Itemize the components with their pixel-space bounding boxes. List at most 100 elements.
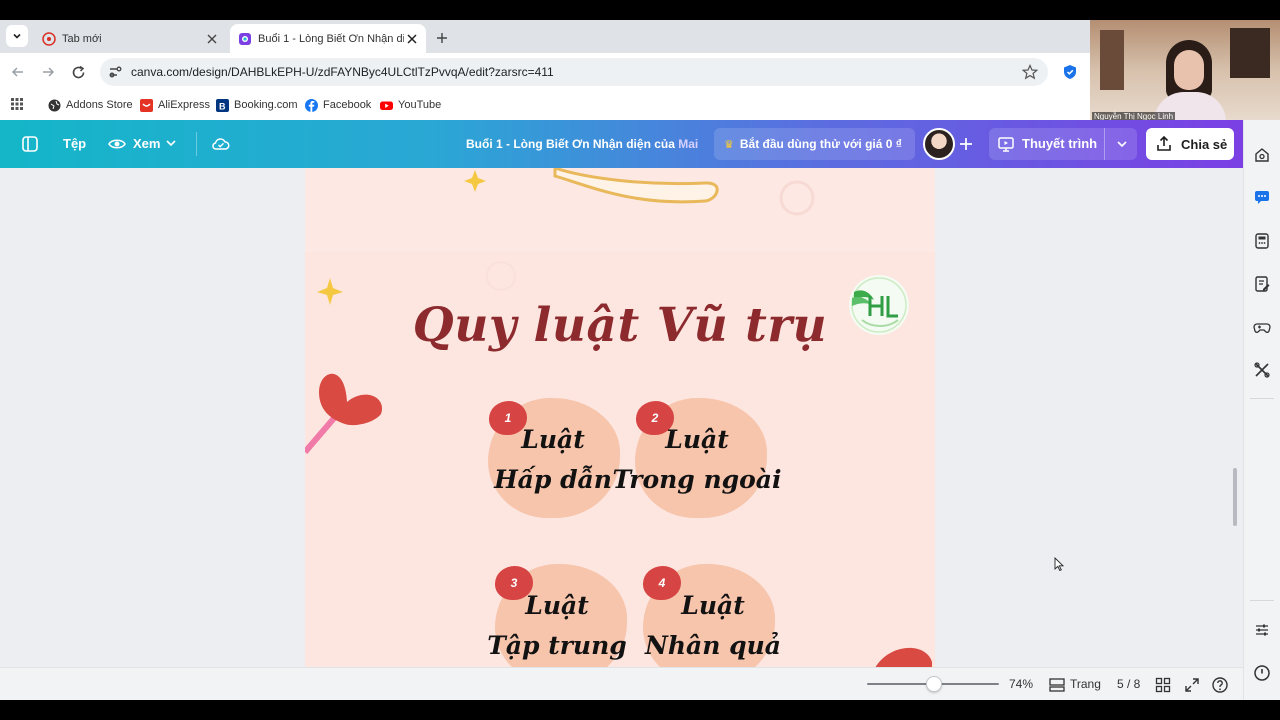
reload-button[interactable]: [68, 62, 88, 82]
booking-icon: B: [216, 98, 229, 112]
new-tab-button[interactable]: [432, 28, 452, 48]
close-tab-button[interactable]: [404, 31, 420, 47]
tab-title: Buổi 1 - Lòng Biết Ơn Nhận diệ: [258, 32, 404, 45]
back-button[interactable]: [8, 62, 28, 82]
apps-grid-icon[interactable]: [10, 97, 24, 111]
bookmark-label: AliExpress: [158, 99, 210, 111]
fullscreen-icon[interactable]: [1183, 676, 1201, 694]
site-settings-icon: [109, 66, 122, 78]
avatar[interactable]: [923, 128, 955, 160]
crown-icon: ♛: [724, 138, 734, 151]
share-button[interactable]: Chia sẻ: [1146, 128, 1234, 160]
pages-button[interactable]: Trang: [1070, 677, 1101, 691]
zoom-slider-handle[interactable]: [926, 676, 942, 692]
presentation-icon: [998, 137, 1014, 152]
webcam-background-frame: [1230, 28, 1270, 78]
gamepad-icon[interactable]: [1253, 318, 1271, 336]
zoom-percentage[interactable]: 74%: [1009, 677, 1033, 691]
chevron-down-icon[interactable]: [1115, 137, 1129, 151]
letterbox-bottom: [0, 700, 1280, 720]
tab-search-button[interactable]: [6, 25, 28, 47]
chat-icon[interactable]: [1253, 188, 1271, 206]
arrow-right-icon: [43, 67, 55, 77]
present-label: Thuyết trình: [1022, 136, 1098, 151]
slide-title[interactable]: Quy luật Vũ trụ: [305, 298, 935, 353]
law-label: Luật: [665, 425, 729, 454]
chevron-down-icon: [13, 33, 21, 39]
rail-divider: [1250, 398, 1274, 399]
law-card-3[interactable]: Luật Tập trung: [467, 586, 647, 666]
pages-icon[interactable]: [1048, 676, 1066, 694]
facebook-icon: [305, 98, 318, 112]
present-button[interactable]: Thuyết trình: [989, 128, 1137, 160]
search-home-icon[interactable]: [1253, 146, 1271, 164]
slide-page-current[interactable]: Quy luật Vũ trụ 1 Luật Hấp dẫn 2 Luật Tr…: [305, 252, 935, 667]
webcam-person-face: [1174, 50, 1204, 90]
canva-icon: [239, 32, 251, 45]
bookmark-star-icon[interactable]: [1022, 64, 1038, 80]
add-collaborator-icon[interactable]: [957, 135, 975, 153]
bookmark-addons-store[interactable]: Addons Store: [48, 97, 133, 113]
design-title[interactable]: Buổi 1 - Lòng Biết Ơn Nhận diện của Mai: [466, 137, 698, 151]
calculator-icon[interactable]: [1253, 232, 1271, 250]
grid-view-icon[interactable]: [1154, 676, 1172, 694]
tools-icon[interactable]: [1253, 361, 1271, 379]
header-divider: [196, 132, 197, 156]
trial-label: Bắt đầu dùng thử với giá 0 ₫: [739, 137, 902, 151]
share-label: Chia sẻ: [1181, 136, 1228, 152]
mouse-cursor-icon: [1054, 557, 1064, 571]
eye-icon[interactable]: [107, 134, 127, 154]
reload-icon: [72, 65, 84, 78]
sliders-icon[interactable]: [1253, 621, 1271, 639]
menu-view[interactable]: Xem: [133, 136, 160, 151]
law-name: Tập trung: [487, 631, 627, 660]
new-tab-icon: [42, 31, 56, 46]
bookmark-youtube[interactable]: YouTube: [380, 97, 441, 113]
notes-edit-icon[interactable]: [1253, 275, 1271, 293]
forward-button[interactable]: [38, 62, 58, 82]
aliexpress-icon: [140, 98, 153, 112]
bookmark-label: Facebook: [323, 99, 372, 111]
close-icon: [207, 34, 217, 43]
webcam-background-shelf: [1100, 30, 1124, 90]
vertical-scrollbar[interactable]: [1233, 468, 1237, 526]
url-text: canva.com/design/DAHBLkEPH-U/zdFAYNByc4U…: [131, 65, 554, 79]
bookmark-aliexpress[interactable]: AliExpress: [140, 97, 210, 113]
arrow-left-icon: [11, 67, 23, 77]
address-bar[interactable]: canva.com/design/DAHBLkEPH-U/zdFAYNByc4U…: [100, 58, 1048, 86]
upload-share-icon: [1157, 135, 1171, 151]
chevron-down-icon[interactable]: [164, 136, 178, 150]
shield-extension-icon[interactable]: [1062, 64, 1078, 80]
bookmark-label: Booking.com: [234, 99, 298, 111]
bookmark-booking[interactable]: B Booking.com: [216, 97, 298, 113]
law-label: Luật: [525, 591, 589, 620]
help-icon[interactable]: [1211, 676, 1229, 694]
present-divider: [1104, 128, 1105, 160]
bookmark-label: Addons Store: [66, 99, 133, 111]
webcam-overlay: Nguyễn Thị Ngọc Linh: [1090, 20, 1280, 124]
browser-tab-strip: Tab mới Buổi 1 - Lòng Biết Ơn Nhận diệ: [0, 20, 1280, 53]
tab-title: Tab mới: [62, 32, 102, 45]
law-label: Luật: [681, 591, 745, 620]
editor-status-bar: 74% Trang 5 / 8: [0, 667, 1243, 700]
sidebar-toggle-icon[interactable]: [20, 134, 40, 154]
law-card-4[interactable]: Luật Nhân quả: [623, 586, 803, 666]
close-icon: [407, 33, 417, 44]
youtube-icon: [380, 101, 393, 110]
svg-text:B: B: [219, 101, 226, 111]
tab-canva-design[interactable]: Buổi 1 - Lòng Biết Ơn Nhận diệ: [230, 24, 426, 53]
bookmark-label: YouTube: [398, 99, 442, 111]
tab-new-tab[interactable]: Tab mới: [34, 24, 226, 53]
start-trial-button[interactable]: ♛ Bắt đầu dùng thử với giá 0 ₫: [714, 128, 915, 160]
menu-file[interactable]: Tệp: [63, 136, 86, 151]
law-card-2[interactable]: Luật Trong ngoài: [607, 420, 787, 500]
canvas-workspace[interactable]: Quy luật Vũ trụ 1 Luật Hấp dẫn 2 Luật Tr…: [0, 168, 1243, 667]
right-tool-rail: [1243, 120, 1280, 700]
plus-icon: [437, 33, 447, 43]
cloud-saved-icon[interactable]: [211, 134, 231, 154]
bookmark-facebook[interactable]: Facebook: [305, 97, 371, 113]
globe-icon: [48, 99, 61, 111]
power-icon[interactable]: [1253, 664, 1271, 682]
close-tab-button[interactable]: [204, 31, 220, 47]
canva-editor-header: Tệp Xem Buổi 1 - Lòng Biết Ơn Nhận diện …: [0, 120, 1243, 168]
